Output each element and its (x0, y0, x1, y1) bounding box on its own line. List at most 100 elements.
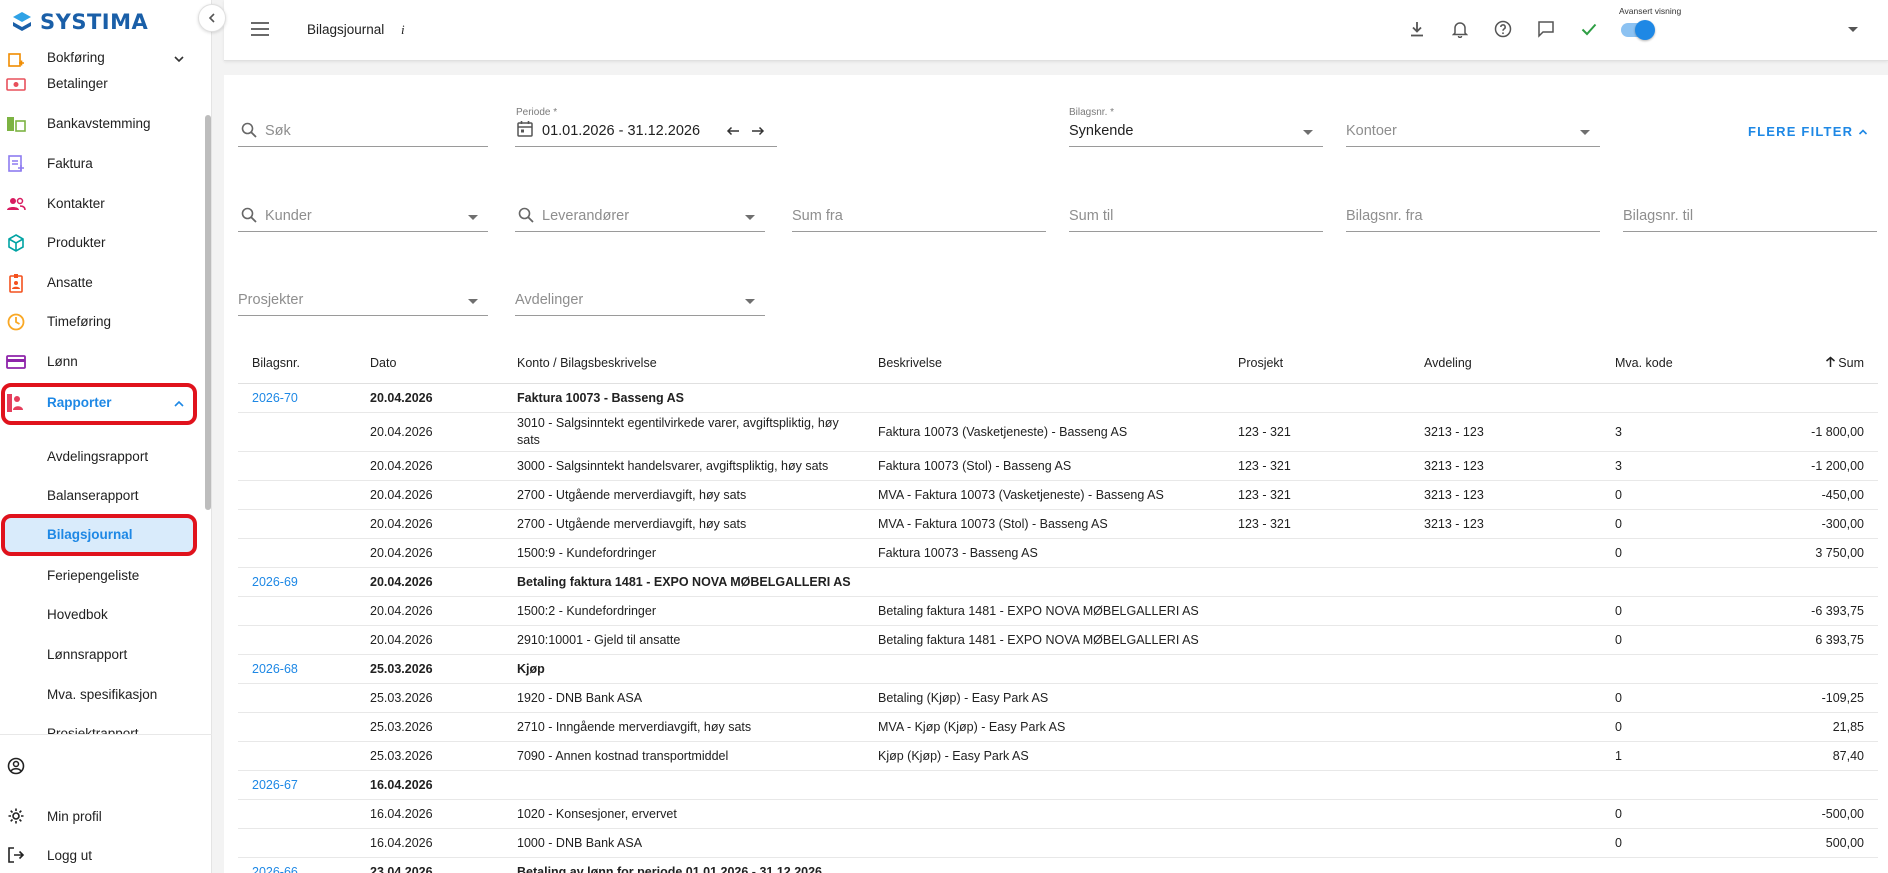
arrow-right-icon[interactable] (751, 126, 765, 136)
sidebar-subitem-bilagsjournal[interactable]: Bilagsjournal (1, 514, 197, 556)
cell-description-text: MVA - Kjøp (Kjøp) - Easy Park AS (878, 719, 1066, 734)
sidebar-item-bankavstemming[interactable]: Bankavstemming (0, 105, 198, 143)
cell-description-text: Faktura 10073 - Basseng AS (878, 545, 1038, 560)
cell-account-text: Faktura 10073 - Basseng AS (517, 390, 684, 405)
column-header-sum[interactable]: Sum (1775, 343, 1878, 384)
customers-select[interactable]: Kunder (238, 164, 488, 232)
departments-select[interactable]: Avdelinger (515, 248, 765, 316)
sidebar-subitem-hovedbok[interactable]: Hovedbok (0, 596, 198, 634)
sum-to-input[interactable]: Sum til (1069, 208, 1113, 224)
column-header-vat[interactable]: Mva. kode (1615, 343, 1775, 384)
sort-value: Synkende (1069, 123, 1134, 139)
voucher-link[interactable]: 2026-66 (252, 865, 298, 873)
cell-project (1238, 567, 1424, 597)
search-input[interactable]: Søk (265, 123, 291, 139)
cell-date-text: 25.03.2026 (370, 748, 433, 763)
account-circle-icon[interactable] (6, 756, 26, 776)
cell-description: MVA - Faktura 10073 (Vasketjeneste) - Ba… (878, 480, 1238, 510)
sum-from-input[interactable]: Sum fra (792, 208, 843, 224)
info-icon[interactable]: i (401, 22, 405, 38)
accounts-select[interactable]: Kontoer (1346, 79, 1600, 147)
cell-sum-text: 21,85 (1832, 719, 1864, 734)
systima-logo[interactable]: SYSTIMA (10, 10, 148, 34)
arrow-left-icon[interactable] (726, 126, 740, 136)
highlight-box (1, 383, 197, 425)
sort-order-select[interactable]: Bilagsnr. * Synkende (1069, 79, 1323, 147)
voucher-from-input[interactable]: Bilagsnr. fra (1346, 208, 1423, 224)
voucher-from-field[interactable]: Bilagsnr. fra (1346, 164, 1600, 232)
voucher-link[interactable]: 2026-67 (252, 778, 298, 792)
collapse-sidebar-button[interactable] (198, 4, 226, 32)
cell-account-text: 1500:2 - Kundefordringer (517, 603, 656, 618)
bell-icon[interactable] (1450, 19, 1470, 39)
chat-icon[interactable] (1536, 19, 1556, 39)
sidebar-subitem-feriepengeliste[interactable]: Feriepengeliste (0, 557, 198, 595)
sidebar-item-label: Lønn (47, 354, 78, 369)
period-field[interactable]: Periode * 01.01.2026 - 31.12.2026 (515, 79, 777, 147)
cell-description-text: Betaling faktura 1481 - EXPO NOVA MØBELG… (878, 603, 1199, 618)
column-header-department[interactable]: Avdeling (1424, 343, 1615, 384)
column-header-date[interactable]: Dato (370, 343, 517, 384)
calendar-icon[interactable] (517, 120, 533, 137)
advanced-view-label: Avansert visning (1619, 6, 1682, 16)
menu-icon[interactable] (250, 19, 270, 39)
suppliers-placeholder: Leverandører (542, 208, 630, 224)
check-icon[interactable] (1579, 19, 1599, 39)
sidebar-subitem-mva-spesifikasjon[interactable]: Mva. spesifikasjon (0, 676, 198, 714)
cell-account-text: 1020 - Konsesjoner, ervervet (517, 806, 677, 821)
sum-to-field[interactable]: Sum til (1069, 164, 1323, 232)
payments-icon (6, 74, 26, 94)
cell-date: 20.04.2026 (370, 412, 517, 452)
more-filters-label: FLERE FILTER (1748, 124, 1854, 139)
cell-description (878, 567, 1238, 597)
sum-from-field[interactable]: Sum fra (792, 164, 1046, 232)
sidebar-item-ansatte[interactable]: Ansatte (0, 264, 198, 302)
cell-description (878, 770, 1238, 800)
sidebar-item-lonn[interactable]: Lønn (0, 343, 198, 381)
sidebar-item-faktura[interactable]: Faktura (0, 145, 198, 183)
sidebar-item-label: Betalinger (47, 76, 108, 91)
search-field[interactable]: Søk (238, 79, 488, 147)
column-header-description[interactable]: Beskrivelse (878, 343, 1238, 384)
sidebar-item-rapporter[interactable]: Rapporter (0, 383, 198, 425)
field-underline (1069, 231, 1323, 232)
sidebar-scrollbar[interactable] (205, 115, 211, 510)
cell-vat-text: 0 (1615, 719, 1622, 734)
sidebar-subitem-lonnsrapport[interactable]: Lønnsrapport (0, 636, 198, 674)
voucher-link[interactable]: 2026-70 (252, 391, 298, 405)
download-icon[interactable] (1407, 19, 1427, 39)
sidebar-item-timeforing[interactable]: Timeføring (0, 303, 198, 341)
voucher-to-field[interactable]: Bilagsnr. til (1623, 164, 1877, 232)
voucher-to-input[interactable]: Bilagsnr. til (1623, 208, 1693, 224)
account-menu-caret-icon[interactable] (1848, 27, 1858, 32)
column-header-voucher[interactable]: Bilagsnr. (238, 343, 370, 384)
cell-department (1424, 538, 1615, 568)
sidebar-subitem-prosjektrapport[interactable]: Prosjektrapport (0, 715, 198, 734)
column-header-project[interactable]: Prosjekt (1238, 343, 1424, 384)
field-underline (1346, 146, 1600, 147)
more-filters-button[interactable]: FLERE FILTER (1748, 124, 1868, 139)
advanced-view-toggle[interactable] (1621, 20, 1655, 40)
dropdown-caret-icon (745, 215, 755, 220)
projects-select[interactable]: Prosjekter (238, 248, 488, 316)
cell-voucher (238, 799, 370, 829)
help-icon[interactable] (1493, 19, 1513, 39)
suppliers-select[interactable]: Leverandører (515, 164, 765, 232)
sidebar-item-logg-ut[interactable]: Logg ut (0, 836, 198, 873)
cell-description: Betaling faktura 1481 - EXPO NOVA MØBELG… (878, 625, 1238, 655)
sidebar-nav[interactable]: Bokføring Betalinger Bankavstemming Fakt… (0, 48, 212, 734)
cell-account-text: 2910:10001 - Gjeld til ansatte (517, 632, 681, 647)
cell-voucher (238, 596, 370, 626)
column-header-account[interactable]: Konto / Bilagsbeskrivelse (517, 343, 878, 384)
voucher-link[interactable]: 2026-68 (252, 662, 298, 676)
employees-icon (6, 273, 26, 293)
sidebar-item-betalinger[interactable]: Betalinger (0, 65, 198, 103)
sidebar-subitem-balanserapport[interactable]: Balanserapport (0, 477, 198, 515)
cell-sum: -450,00 (1775, 480, 1878, 510)
sidebar-subitem-avdelingsrapport[interactable]: Avdelingsrapport (0, 438, 198, 476)
sidebar-item-min-profil[interactable]: Min profil (0, 797, 198, 835)
voucher-link[interactable]: 2026-69 (252, 575, 298, 589)
sidebar-item-kontakter[interactable]: Kontakter (0, 185, 198, 223)
cell-vat-text: 0 (1615, 632, 1622, 647)
sidebar-item-produkter[interactable]: Produkter (0, 224, 198, 262)
